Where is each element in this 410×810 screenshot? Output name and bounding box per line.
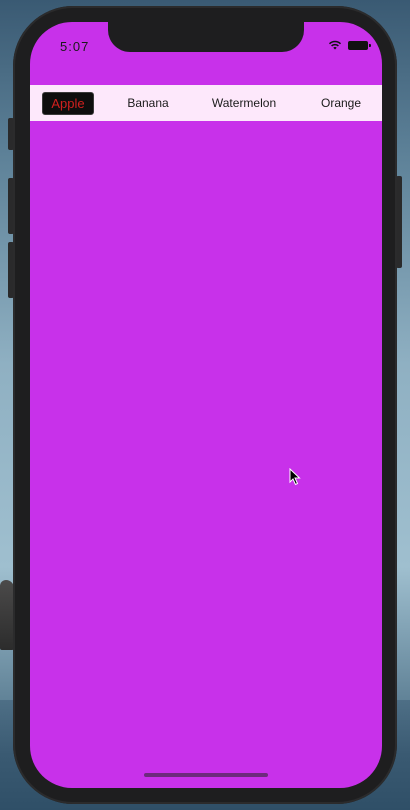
status-time: 5:07 (60, 39, 90, 54)
mouse-pointer-icon (289, 467, 301, 491)
device-notch (108, 22, 304, 52)
tab-apple[interactable]: Apple (40, 85, 96, 121)
home-indicator[interactable] (144, 773, 268, 777)
background-rock (0, 580, 14, 650)
wifi-icon (328, 40, 342, 50)
tab-orange[interactable]: Orange (312, 85, 370, 121)
app-screen: 5:07 Apple Banana Watermelon Orange (30, 22, 382, 788)
tab-watermelon[interactable]: Watermelon (202, 85, 286, 121)
status-icons (328, 40, 371, 50)
battery-icon (348, 40, 371, 50)
tab-apple-label: Apple (42, 91, 94, 115)
segmented-tab-bar: Apple Banana Watermelon Orange (30, 85, 382, 121)
tab-banana[interactable]: Banana (118, 85, 178, 121)
